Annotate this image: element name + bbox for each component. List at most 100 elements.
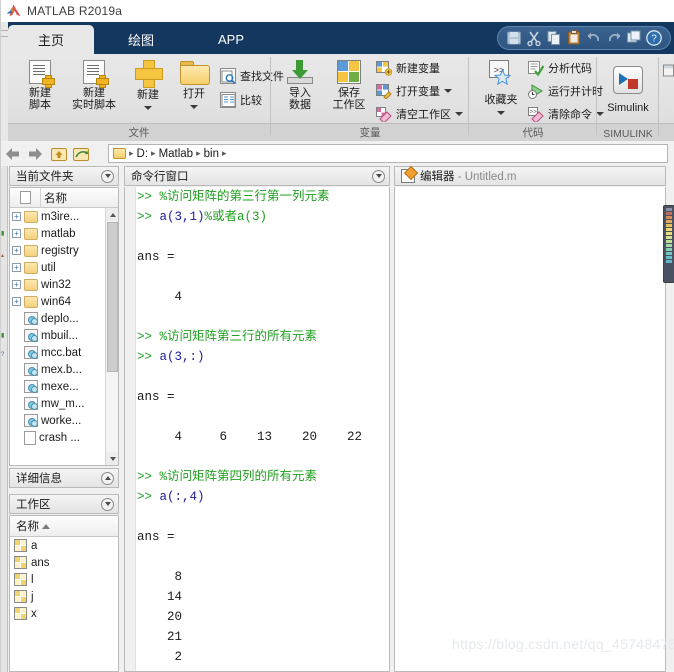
switch-windows-icon[interactable] [625,29,643,47]
up-folder-icon[interactable] [50,145,68,163]
new-live-script-button[interactable]: 新建 实时脚本 [66,60,122,111]
current-folder-row[interactable]: mbuil... [10,327,118,344]
current-folder-row[interactable]: + matlab [10,225,118,242]
details-expand-button[interactable] [101,471,114,485]
breadcrumb-segment-drive[interactable]: D: [137,148,149,160]
expand-plus-icon[interactable]: + [12,246,21,255]
redo-icon[interactable] [605,29,623,47]
save-icon[interactable] [505,29,523,47]
open-variable-chevron-down-icon[interactable] [444,89,452,93]
clear-workspace-button[interactable]: 清空工作区 [376,106,463,124]
current-folder-row[interactable]: mexe... [10,378,118,395]
undo-icon[interactable] [585,29,603,47]
workspace-row[interactable]: ans [10,554,118,571]
open-button[interactable]: 打开 [172,61,216,112]
favorites-button[interactable]: >> 收藏夹 [476,60,526,118]
paste-icon[interactable] [565,29,583,47]
import-data-button[interactable]: 导入 数据 [278,60,322,111]
back-arrow-icon[interactable] [4,145,22,163]
new-script-button[interactable]: 新建 脚本 [16,60,64,111]
copy-icon[interactable] [545,29,563,47]
scroll-thumb[interactable] [107,222,118,372]
path-breadcrumb[interactable]: ▸ D: ▸ Matlab ▸ bin ▸ [108,144,668,163]
command-line: 4 [137,290,183,304]
expand-plus-icon[interactable]: + [12,229,21,238]
workspace-column-header[interactable]: 名称 [10,516,118,537]
tab-plot[interactable]: 绘图 [98,25,184,54]
current-folder-row[interactable]: + win64 [10,293,118,310]
current-folder-item-label: matlab [41,227,76,240]
analyze-code-button[interactable]: 分析代码 [528,60,592,76]
details-panel-header[interactable]: 详细信息 [9,468,119,488]
favorites-chevron-down-icon[interactable] [497,111,505,115]
ribbon-group-environment-clipped [660,54,674,141]
new-button[interactable]: 新建 [126,60,170,113]
current-folder-row[interactable]: deplo... [10,310,118,327]
clear-workspace-chevron-down-icon[interactable] [455,112,463,116]
left-dock-rail[interactable]: ▮ ▴ ▮ ? [0,166,8,672]
open-variable-button[interactable]: 打开变量 [376,83,452,100]
bat-file-icon [24,346,38,359]
workspace-row[interactable]: a [10,537,118,554]
rail-icon-1[interactable]: ▮ [1,230,7,237]
simulink-button[interactable]: Simulink [606,66,650,114]
save-workspace-button[interactable]: 保存 工作区 [324,60,374,111]
environment-button-clipped[interactable] [662,64,674,91]
new-chevron-down-icon[interactable] [144,106,152,110]
compare-button[interactable]: 比较 [220,92,262,108]
workspace-options-button[interactable] [101,497,114,511]
compare-label: 比较 [240,95,262,107]
editor-body[interactable] [394,187,666,672]
command-window-header: 命令行窗口 [124,166,390,186]
clear-commands-button[interactable]: >> 清除命令 [528,106,604,124]
scroll-down-arrow-icon[interactable] [106,452,118,465]
clear-commands-label: 清除命令 [548,109,592,121]
bat-file-icon [24,380,38,393]
current-folder-row[interactable]: + util [10,259,118,276]
current-folder-row[interactable]: worke... [10,412,118,429]
forward-arrow-icon[interactable] [26,145,44,163]
expand-plus-icon[interactable]: + [12,263,21,272]
new-variable-button[interactable]: 新建变量 [376,60,440,76]
workspace-row[interactable]: x [10,605,118,622]
help-icon[interactable]: ? [645,29,663,47]
current-folder-item-label: mbuil... [41,329,79,342]
command-line: >> %访问矩阵第四列的所有元素 [137,470,318,484]
open-chevron-down-icon[interactable] [190,105,198,109]
current-folder-row[interactable]: + m3ire... [10,208,118,225]
new-script-label-2: 脚本 [29,99,51,111]
command-window-body[interactable]: >> %访问矩阵的第三行第一列元素 >> a(3,1)%或者a(3) ans = … [124,187,390,672]
cut-icon[interactable] [525,29,543,47]
expand-plus-icon[interactable]: + [12,212,21,221]
breadcrumb-segment-matlab[interactable]: Matlab [159,148,194,160]
rail-icon-2[interactable]: ▴ [1,252,7,259]
current-folder-scrollbar[interactable] [105,208,118,465]
current-folder-row[interactable]: mex.b... [10,361,118,378]
tab-app[interactable]: APP [188,25,274,54]
expand-plus-icon[interactable]: + [12,297,21,306]
workspace-row[interactable]: l [10,571,118,588]
colorbar-swatch [666,260,672,263]
workspace-row[interactable]: j [10,588,118,605]
current-folder-options-button[interactable] [101,169,114,183]
current-folder-row[interactable]: + registry [10,242,118,259]
command-window-title: 命令行窗口 [131,171,189,183]
rail-icon-3[interactable]: ▮ [1,332,7,339]
current-folder-row[interactable]: crash ... [10,429,118,446]
breadcrumb-segment-bin[interactable]: bin [204,148,219,160]
rail-icon-4[interactable]: ? [1,352,7,359]
workspace-variable-name: x [31,607,37,620]
command-window-options-button[interactable] [372,169,385,183]
scroll-up-arrow-icon[interactable] [106,208,118,221]
colorbar-swatch [666,216,672,219]
current-folder-row[interactable]: mcc.bat [10,344,118,361]
current-folder-row[interactable]: mw_m... [10,395,118,412]
run-and-time-button[interactable]: 运行并计时 [528,83,603,99]
expand-plus-icon[interactable]: + [12,280,21,289]
ribbon-group-file: 新建 脚本 新建 实时脚本 新建 打开 查找文件 比较 文件 [8,54,284,141]
tab-home[interactable]: 主页 [8,25,94,54]
browse-folder-icon[interactable] [72,145,90,163]
current-folder-row[interactable]: + win32 [10,276,118,293]
file-icon [24,430,36,445]
